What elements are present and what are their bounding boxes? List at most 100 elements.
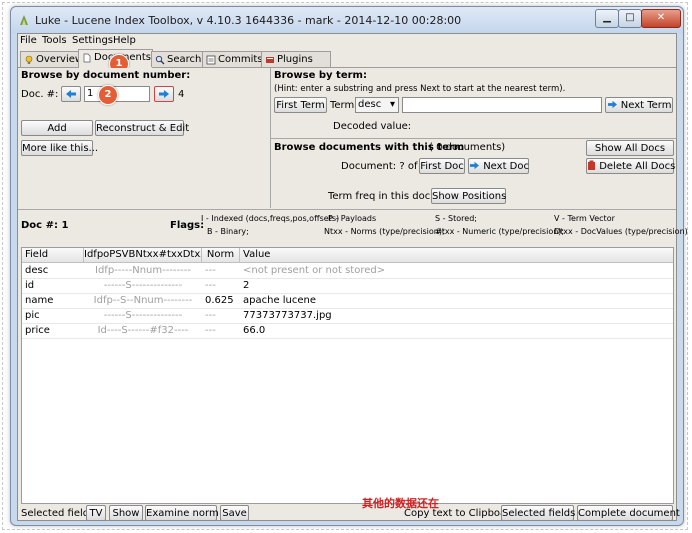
tab-plugins-label: Plugins — [277, 54, 313, 65]
cell-flags: ------S-------------- — [103, 310, 183, 321]
minimize-button[interactable]: ▁ — [595, 9, 619, 28]
more-like-this-button[interactable]: More like this... — [21, 140, 98, 156]
document-icon — [83, 53, 91, 63]
next-doc-number-button[interactable] — [154, 86, 174, 102]
delete-all-docs-label: Delete All Docs — [599, 161, 676, 172]
cell-flags: Id----S------#f32---- — [97, 325, 189, 336]
flags-panel: Doc #: 1 Flags: I - Indexed (docs,freqs,… — [18, 210, 688, 246]
menu-tools[interactable]: Tools — [42, 35, 67, 46]
menu-bar: File Tools Settings Help — [18, 34, 676, 48]
document-status: Document: ? of ? — [341, 161, 426, 172]
selected-field-label: Selected field: — [21, 508, 93, 519]
docs-count: ( 0 documents) — [429, 142, 506, 153]
chevron-down-icon: ▾ — [389, 99, 395, 110]
next-doc-label: Next Doc — [483, 161, 529, 172]
flags-label: Flags: — [170, 220, 205, 231]
cell-value: 2 — [243, 280, 250, 291]
flag-binary: B - Binary; — [207, 227, 249, 236]
cell-flags: Idfp-----Nnum-------- — [95, 265, 191, 276]
table-row[interactable]: desc Idfp-----Nnum-------- --- <not present… — [22, 263, 673, 279]
cell-value: apache lucene — [243, 295, 317, 306]
arrow-right-icon — [159, 90, 169, 98]
add-button[interactable]: Add — [21, 120, 93, 136]
show-positions-button[interactable]: Show Positions — [431, 188, 506, 204]
close-button[interactable]: ✕ — [641, 9, 681, 28]
flag-docvalues: Dtxx - DocValues (type/precision) — [554, 227, 688, 236]
luke-app-icon — [20, 15, 28, 25]
commits-icon — [206, 55, 216, 65]
delete-all-docs-button[interactable]: Delete All Docs — [586, 158, 676, 174]
flag-norms: Ntxx - Norms (type/precision); — [324, 227, 445, 236]
next-term-label: Next Term — [620, 100, 672, 111]
column-norm[interactable]: Norm — [202, 248, 240, 262]
term-label: Term: — [330, 100, 358, 111]
cell-field: name — [25, 295, 54, 306]
column-value[interactable]: Value — [240, 248, 673, 262]
first-term-button[interactable]: First Term — [274, 97, 327, 113]
term-field-value: desc — [358, 99, 382, 110]
cell-flags: Idfp--S--Nnum-------- — [93, 295, 193, 306]
term-input[interactable] — [402, 97, 602, 113]
next-term-button[interactable]: Next Term — [605, 97, 673, 113]
flag-stored: S - Stored; — [435, 214, 477, 223]
max-doc-label: 4 — [178, 89, 185, 100]
next-doc-button[interactable]: Next Doc — [468, 158, 529, 174]
reconstruct-edit-button[interactable]: Reconstruct & Edit — [95, 120, 189, 136]
table-row[interactable]: id ------S-------------- --- 2 — [22, 278, 673, 294]
cell-field: desc — [25, 265, 49, 276]
tab-overview[interactable]: Overview — [20, 51, 84, 67]
column-flags[interactable]: IdfpoPSVBNtxx#txxDtxx — [84, 248, 202, 262]
menu-file[interactable]: File — [20, 35, 37, 46]
tv-button[interactable]: TV — [86, 505, 106, 521]
browse-number-heading: Browse by document number: — [21, 70, 191, 81]
save-button[interactable]: Save — [220, 505, 249, 521]
column-field[interactable]: Field — [22, 248, 84, 262]
browse-term-hint: (Hint: enter a substring and press Next … — [274, 84, 566, 94]
term-field-select[interactable]: desc ▾ — [355, 97, 399, 113]
bulb-icon — [25, 55, 33, 64]
show-button[interactable]: Show — [109, 505, 143, 521]
search-icon — [155, 55, 165, 65]
annotation-badge-2: 2 — [98, 85, 118, 105]
tab-plugins[interactable]: Plugins — [261, 51, 331, 67]
maximize-button[interactable]: □ — [618, 9, 642, 28]
table-header: Field IdfpoPSVBNtxx#txxDtxx Norm Value — [22, 248, 673, 263]
table-row[interactable]: price Id----S------#f32---- --- 66.0 — [22, 323, 673, 339]
tab-search-label: Search — [167, 54, 202, 65]
app-window: Luke - Lucene Index Toolbox, v 4.10.3 16… — [10, 6, 688, 526]
window-title: Luke - Lucene Index Toolbox, v 4.10.3 16… — [35, 14, 462, 27]
menu-settings[interactable]: Settings — [72, 35, 113, 46]
cell-field: pic — [25, 310, 40, 321]
show-all-docs-button[interactable]: Show All Docs — [586, 140, 674, 156]
cell-field: price — [25, 325, 50, 336]
cell-norm: --- — [205, 325, 216, 336]
flag-term-vector: V - Term Vector — [554, 214, 615, 223]
flag-indexed: I - Indexed (docs,freqs,pos,offsets) — [201, 214, 340, 223]
title-bar[interactable]: Luke - Lucene Index Toolbox, v 4.10.3 16… — [11, 7, 683, 33]
menu-help[interactable]: Help — [113, 35, 136, 46]
examine-norm-button[interactable]: Examine norm — [145, 505, 219, 521]
delete-icon — [588, 160, 595, 170]
cell-value: 66.0 — [243, 325, 266, 336]
selected-fields-button[interactable]: Selected fields — [501, 505, 575, 521]
term-freq-label: Term freq in this doc: ? — [328, 191, 443, 202]
cell-field: id — [25, 280, 35, 291]
cell-norm: --- — [205, 265, 216, 276]
browse-term-heading: Browse by term: — [274, 70, 367, 81]
table-row[interactable]: name Idfp--S--Nnum-------- 0.625 apache luc… — [22, 293, 673, 309]
first-doc-button[interactable]: First Doc — [419, 158, 465, 174]
arrow-left-icon — [66, 90, 76, 98]
doc-id-label: Doc #: 1 — [21, 220, 69, 231]
plugins-icon — [266, 57, 274, 63]
cell-value: <not present or not stored> — [243, 265, 386, 276]
arrow-right-icon — [607, 100, 617, 109]
table-row[interactable]: pic ------S-------------- --- 77373773737.j… — [22, 308, 673, 324]
tab-overview-label: Overview — [36, 54, 84, 65]
client-area: File Tools Settings Help Overview Docume… — [17, 33, 688, 521]
cell-value: 77373773737.jpg — [243, 310, 332, 321]
cell-flags: ------S-------------- — [103, 280, 183, 291]
complete-document-button[interactable]: Complete document — [577, 505, 680, 521]
browse-by-term-panel: Browse by term: (Hint: enter a substring… — [271, 68, 676, 138]
browse-by-number-panel: Browse by document number: Doc. #: 0 1 2… — [18, 68, 270, 208]
prev-doc-button[interactable] — [61, 86, 81, 102]
